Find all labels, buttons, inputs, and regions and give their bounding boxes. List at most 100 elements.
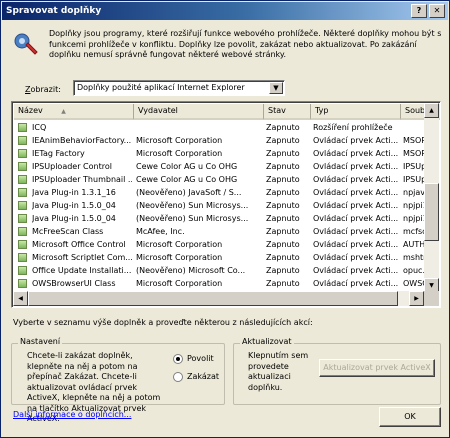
addon-icon (18, 214, 27, 223)
addon-icon (18, 240, 27, 249)
addon-name: IETag Factory (32, 149, 85, 158)
window-title: Spravovat doplňky (6, 6, 102, 16)
column-header-publisher[interactable]: Vydavatel (134, 104, 264, 120)
addon-status: Zapnuto (266, 214, 300, 223)
addon-name: ICQ (32, 123, 47, 132)
addon-name: Java Plug-in 1.3.1_16 (32, 188, 116, 197)
addon-publisher: Cewe Color AG u Co OHG (136, 162, 238, 171)
list-item[interactable]: ICQ Zapnuto Rozšíření prohlížeče (14, 121, 429, 134)
addon-icon (18, 253, 27, 262)
addon-publisher: Microsoft Corporation (136, 136, 223, 145)
addon-name: IPSUploader Control (32, 162, 112, 171)
addon-type: Ovládací prvek Acti... (313, 240, 399, 249)
addon-publisher: Microsoft Corporation (136, 279, 223, 288)
addon-status: Zapnuto (266, 175, 300, 184)
addon-name: IPSUploader Thumbnail ... (32, 175, 132, 184)
addon-type: Ovládací prvek Acti... (313, 162, 399, 171)
disable-radio-label[interactable]: Zakázat (187, 372, 219, 381)
show-dropdown-value: Doplňky použité aplikací Internet Explor… (77, 83, 245, 92)
help-button[interactable]: ? (411, 4, 427, 18)
addon-status: Zapnuto (266, 253, 300, 262)
disable-radio-button[interactable] (173, 372, 183, 382)
list-item[interactable]: IPSUploader Control Cewe Color AG u Co OH… (14, 160, 433, 173)
column-header-name[interactable]: Název ▲ (14, 104, 134, 120)
addon-status: Zapnuto (266, 149, 300, 158)
list-item[interactable]: Java Plug-in 1.3.1_16 (Neověřeno) JavaSof… (14, 186, 430, 199)
addon-icon (18, 266, 27, 275)
manage-addons-dialog: Spravovat doplňky ? ✕ Doplňky jsou progr… (0, 0, 450, 438)
addon-type: Ovládací prvek Acti... (313, 266, 399, 275)
settings-group-title: Nastavení (18, 337, 63, 346)
addon-icon (18, 149, 27, 158)
addon-status: Zapnuto (266, 279, 300, 288)
update-activex-button[interactable]: Aktualizovat prvek ActiveX (319, 359, 435, 377)
list-rows: ICQ Zapnuto Rozšíření prohlížeče IEAnimBeha… (14, 121, 437, 290)
scroll-left-button[interactable]: ◀ (13, 291, 28, 306)
chevron-down-icon[interactable]: ▼ (269, 82, 283, 94)
enable-radio-button[interactable] (173, 354, 183, 364)
show-dropdown[interactable]: Doplňky použité aplikací Internet Explor… (73, 80, 285, 96)
ok-button[interactable]: OK (379, 407, 441, 427)
list-item[interactable]: IPSUploader Thumbnail ... Cewe Color AG u… (14, 173, 433, 186)
list-item[interactable]: Microsoft Scriptlet Com... Microsoft Corp… (14, 251, 433, 264)
addon-publisher: (Neověřeno) Sun Microsys... (136, 201, 249, 210)
addon-icon (18, 162, 27, 171)
addon-type: Ovládací prvek Acti... (313, 279, 399, 288)
scroll-up-button[interactable]: ▲ (424, 103, 439, 118)
enable-radio-label[interactable]: Povolit (187, 354, 214, 363)
addon-status: Zapnuto (266, 227, 300, 236)
addon-publisher: McAfee, Inc. (136, 227, 185, 236)
addon-name: Microsoft Office Control (32, 240, 126, 249)
addon-type: Ovládací prvek Acti... (313, 214, 399, 223)
addon-publisher: (Neověřeno) Microsoft Co... (136, 266, 246, 275)
update-group-title: Aktualizovat (240, 337, 294, 346)
more-info-link[interactable]: Další informace o doplňcích... (13, 410, 131, 419)
addon-publisher (136, 121, 262, 134)
list-item[interactable]: Office Update Installati... (Neověřeno) M… (14, 264, 432, 277)
column-header-status[interactable]: Stav (264, 104, 311, 120)
vertical-scrollbar[interactable]: ▲ ▼ (424, 103, 439, 293)
addon-publisher: (Neověřeno) JavaSoft / S... (136, 188, 242, 197)
addon-type: Ovládací prvek Acti... (313, 188, 399, 197)
scroll-right-button[interactable]: ▶ (409, 291, 424, 306)
addon-icon (18, 227, 27, 236)
addon-name: Office Update Installati... (32, 266, 132, 275)
list-item[interactable]: Java Plug-in 1.5.0_04 (Neověřeno) Sun Mic… (14, 212, 433, 225)
addon-icon (18, 279, 27, 288)
column-header-type[interactable]: Typ (311, 104, 401, 120)
addon-status: Zapnuto (266, 201, 300, 210)
close-button[interactable]: ✕ (429, 4, 445, 18)
scroll-corner (424, 291, 439, 306)
addon-publisher: Microsoft Corporation (136, 240, 223, 249)
addon-type: Ovládací prvek Acti... (313, 201, 399, 210)
list-item[interactable]: Microsoft Office Control Microsoft Corpor… (14, 238, 431, 251)
intro-description: Doplňky jsou programy, které rozšiřují f… (49, 29, 442, 59)
addon-status: Zapnuto (266, 240, 300, 249)
list-item[interactable]: IETag Factory Microsoft Corporation Zapnut… (14, 147, 431, 160)
horizontal-scrollbar[interactable]: ◀ ▶ (13, 291, 424, 306)
list-item[interactable]: OWSBrowserUI Class Microsoft Corporation Z… (14, 277, 432, 290)
title-bar: Spravovat doplňky ? ✕ (2, 2, 448, 20)
addon-status: Zapnuto (266, 123, 300, 132)
list-item[interactable]: McFreeScan Class McAfee, Inc. Zapnuto Ovlád… (14, 225, 437, 238)
addon-type: Ovládací prvek Acti... (313, 227, 399, 236)
horizontal-scroll-thumb[interactable] (28, 291, 398, 306)
addon-type: Ovládací prvek Acti... (313, 149, 399, 158)
addon-publisher: Microsoft Corporation (136, 253, 223, 262)
addons-list[interactable]: Název ▲ Vydavatel Stav Typ Soubor ICQ Zap… (11, 101, 441, 308)
addon-icon (18, 123, 27, 132)
list-item[interactable]: IEAnimBehaviorFactory... Microsoft Corpor… (14, 134, 431, 147)
instruction-text: Vyberte v seznamu výše doplněk a proveďt… (13, 318, 313, 327)
addon-name: Java Plug-in 1.5.0_04 (32, 214, 116, 223)
addon-publisher: (Neověřeno) Sun Microsys... (136, 214, 249, 223)
update-description: Klepnutím sem provedete aktualizaci dopl… (248, 351, 309, 392)
scroll-thumb[interactable] (424, 183, 439, 241)
addon-name: OWSBrowserUI Class (32, 279, 116, 288)
addon-status: Zapnuto (266, 162, 300, 171)
show-label: Zobrazit: (25, 85, 61, 94)
addon-publisher: Microsoft Corporation (136, 149, 223, 158)
addon-type: Ovládací prvek Acti... (313, 253, 399, 262)
addon-name: IEAnimBehaviorFactory... (32, 136, 132, 145)
addon-icon (18, 188, 27, 197)
list-item[interactable]: Java Plug-in 1.5.0_04 (Neověřeno) Sun Mic… (14, 199, 433, 212)
